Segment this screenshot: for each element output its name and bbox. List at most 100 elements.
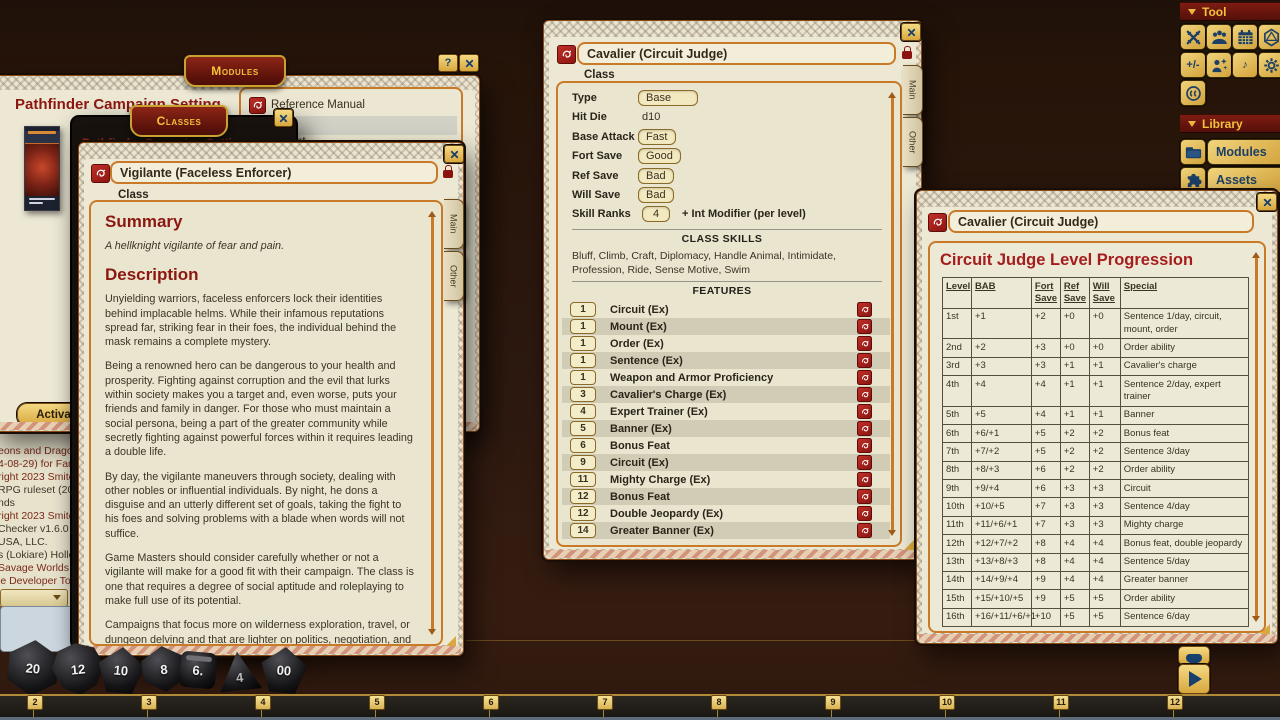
feature-link-icon[interactable] [857, 302, 872, 317]
class-record-icon[interactable] [928, 213, 947, 232]
scrollbar[interactable] [891, 95, 894, 533]
modules-icon-button[interactable] [1180, 139, 1206, 165]
stat-value-field[interactable]: Bad [638, 187, 674, 203]
options-button[interactable] [1258, 52, 1280, 78]
table-cell: +4 [1031, 376, 1060, 407]
class-name-field[interactable]: Cavalier (Circuit Judge) [577, 42, 896, 65]
combat-tracker-button[interactable] [1180, 24, 1206, 50]
feature-link-icon[interactable] [857, 319, 872, 334]
feature-link-icon[interactable] [857, 404, 872, 419]
resize-handle[interactable] [1260, 624, 1270, 634]
feature-name: Greater Banner (Ex) [610, 525, 857, 537]
table-cell: Sentence 4/day [1120, 498, 1248, 516]
sounds-button[interactable]: ♪ [1232, 52, 1258, 78]
feature-level-field[interactable]: 4 [570, 404, 596, 419]
feature-link-icon[interactable] [857, 472, 872, 487]
sidebar-item-modules[interactable]: Modules [1207, 139, 1280, 165]
table-column-header: Level [943, 278, 972, 309]
close-icon[interactable] [274, 109, 293, 127]
feature-name: Order (Ex) [610, 338, 857, 350]
feature-link-icon[interactable] [857, 370, 872, 385]
table-cell: +9 [1031, 571, 1060, 589]
calendar-button[interactable] [1232, 24, 1258, 50]
hotbar[interactable]: 23456789101112 [0, 694, 1280, 717]
classes-window-tab[interactable]: Classes [130, 105, 228, 137]
die-d6[interactable]: 6. [178, 650, 217, 689]
effects-button[interactable] [1206, 52, 1232, 78]
feature-level-field[interactable]: 1 [570, 370, 596, 385]
chat-speaker-dropdown[interactable] [0, 589, 68, 607]
scrollbar[interactable] [431, 214, 434, 632]
stat-value-field[interactable]: Good [638, 148, 681, 164]
feature-level-field[interactable]: 6 [570, 438, 596, 453]
die-face-value: 00 [276, 662, 292, 678]
feature-name: Circuit (Ex) [610, 304, 857, 316]
tokens-button[interactable] [1180, 80, 1206, 106]
stat-value-field[interactable]: 4 [642, 206, 670, 222]
class-record-icon[interactable] [557, 45, 576, 64]
module-record-icon[interactable] [249, 97, 266, 114]
table-cell: +11/+6/+1 [971, 516, 1031, 534]
feature-level-field[interactable]: 14 [570, 523, 596, 538]
feature-name: Double Jeopardy (Ex) [610, 508, 857, 520]
feature-level-field[interactable]: 1 [570, 302, 596, 317]
feature-row: 12Bonus Feat [562, 488, 890, 505]
feature-link-icon[interactable] [857, 336, 872, 351]
feature-link-icon[interactable] [857, 353, 872, 368]
party-sheet-button[interactable] [1206, 24, 1232, 50]
feature-link-icon[interactable] [857, 489, 872, 504]
resize-handle[interactable] [446, 636, 456, 646]
stat-value-field[interactable]: Fast [638, 129, 676, 145]
class-record-icon[interactable] [91, 164, 110, 183]
feature-link-icon[interactable] [857, 387, 872, 402]
class-name-field[interactable]: Vigilante (Faceless Enforcer) [110, 161, 438, 184]
close-icon[interactable] [444, 145, 464, 163]
class-name-field[interactable]: Cavalier (Circuit Judge) [948, 210, 1254, 233]
feature-row: 11Mighty Charge (Ex) [562, 471, 890, 488]
close-icon[interactable] [901, 23, 921, 41]
tab-other[interactable]: Other [444, 251, 464, 301]
feature-row: 1Sentence (Ex) [562, 352, 890, 369]
dice-tower-button[interactable] [1258, 24, 1280, 50]
tab-main[interactable]: Main [444, 199, 464, 249]
feature-level-field[interactable]: 11 [570, 472, 596, 487]
module-cover-thumbnail[interactable] [24, 126, 60, 211]
stat-value-field[interactable]: Base [638, 90, 698, 106]
modifiers-button[interactable]: +/- [1180, 52, 1206, 78]
help-button[interactable]: ? [438, 54, 458, 72]
feature-row: 14 Greater Banner (Ex) [562, 522, 890, 539]
feature-level-field[interactable]: 9 [570, 455, 596, 470]
table-cell: +0 [1089, 339, 1120, 357]
feature-level-field[interactable]: 12 [570, 506, 596, 521]
lock-icon[interactable] [443, 170, 453, 178]
play-button[interactable] [1178, 664, 1210, 694]
hotbar-toggle-button[interactable] [1178, 646, 1210, 665]
library-section-header[interactable]: Library [1180, 114, 1280, 133]
close-icon[interactable] [1257, 193, 1277, 211]
chevron-down-icon [53, 595, 61, 600]
feature-link-icon[interactable] [857, 506, 872, 521]
table-row: 5th+5+4+1+1Banner [943, 406, 1249, 424]
tool-section-header[interactable]: Tool [1180, 2, 1280, 21]
feature-link-icon[interactable] [857, 523, 872, 538]
modules-window-tab[interactable]: Modules [184, 55, 286, 87]
feature-link-icon[interactable] [857, 421, 872, 436]
table-cell: Mighty charge [1120, 516, 1248, 534]
feature-level-field[interactable]: 5 [570, 421, 596, 436]
feature-link-icon[interactable] [857, 455, 872, 470]
tab-other[interactable]: Other [903, 117, 923, 167]
scrollbar[interactable] [1255, 255, 1258, 619]
feature-level-field[interactable]: 1 [570, 353, 596, 368]
feature-level-field[interactable]: 12 [570, 489, 596, 504]
lock-icon[interactable] [902, 51, 912, 59]
feature-level-field[interactable]: 3 [570, 387, 596, 402]
tab-main[interactable]: Main [903, 65, 923, 115]
sidebar: Tool +/-♪ Library ModulesAssets [1180, 0, 1280, 210]
effects-icon [1210, 56, 1229, 75]
close-icon[interactable] [459, 54, 479, 72]
resize-handle[interactable] [904, 540, 914, 550]
feature-level-field[interactable]: 1 [570, 319, 596, 334]
stat-value-field[interactable]: Bad [638, 168, 674, 184]
feature-level-field[interactable]: 1 [570, 336, 596, 351]
feature-link-icon[interactable] [857, 438, 872, 453]
